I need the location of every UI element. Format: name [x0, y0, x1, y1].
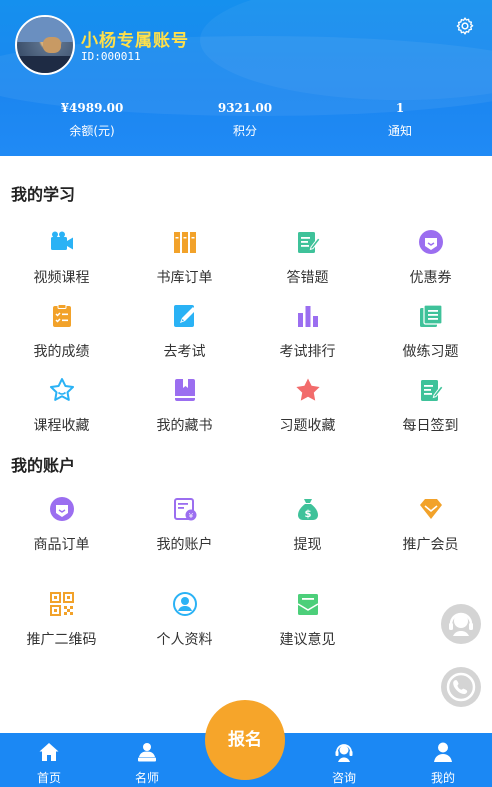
menu-item-withdraw[interactable]: $ 提现: [246, 496, 369, 554]
notice-value: 1: [395, 101, 405, 115]
edit-document-icon: [297, 232, 321, 253]
star-filled-icon: [295, 378, 320, 401]
tab-mine[interactable]: 我的: [394, 733, 492, 787]
order-icon: [49, 497, 74, 521]
menu-item-label: 考试排行: [279, 344, 336, 360]
signup-button[interactable]: 报名: [205, 700, 285, 780]
star-outline-icon: [49, 378, 74, 401]
menu-item-label: 推广会员: [402, 537, 459, 553]
sign-in-icon: [420, 380, 444, 401]
menu-item-book-orders[interactable]: 书库订单: [123, 229, 246, 287]
notice-label: 通知: [387, 124, 412, 138]
user-circle-icon: [172, 592, 197, 616]
profile-header: 小杨专属账号 ID:000011 ¥4989.00 余额(元) 9321.00 …: [0, 0, 492, 156]
bar-chart-icon: [297, 306, 318, 327]
user-id: ID:000011: [81, 50, 141, 63]
menu-item-label: 去考试: [163, 344, 206, 360]
balance-value: ¥4989.00: [60, 101, 124, 115]
section-title-study: 我的学习: [11, 185, 76, 204]
menu-item-label: 课程收藏: [33, 418, 90, 434]
menu-item-label: 商品订单: [33, 537, 90, 553]
balance-label: 余额(元): [69, 124, 115, 138]
phone-button[interactable]: [441, 667, 481, 707]
clipboard-icon: [52, 304, 71, 327]
section-title-account: 我的账户: [11, 456, 76, 475]
tab-label: 首页: [36, 771, 61, 785]
notebook-icon: [419, 304, 443, 327]
menu-item-product-orders[interactable]: 商品订单: [0, 496, 123, 554]
menu-item-label: 我的账户: [156, 537, 213, 553]
menu-item-video-course[interactable]: 视频课程: [0, 229, 123, 287]
avatar[interactable]: [15, 15, 75, 75]
bookmark-book-icon: [174, 379, 195, 401]
menu-item-label: 优惠券: [409, 270, 452, 286]
video-camera-icon: [50, 231, 73, 250]
pencil-icon: [173, 305, 196, 327]
menu-item-daily-checkin[interactable]: 每日签到: [369, 377, 492, 435]
svg-text:$: $: [304, 509, 311, 520]
signup-button-label: 报名: [228, 729, 262, 750]
menu-item-my-scores[interactable]: 我的成绩: [0, 303, 123, 361]
gear-icon[interactable]: [455, 16, 475, 36]
menu-item-exam-ranking[interactable]: 考试排行: [246, 303, 369, 361]
headset-icon: [449, 612, 473, 636]
points-stat[interactable]: 9321.00 积分: [185, 101, 305, 139]
diamond-icon: [419, 499, 442, 519]
menu-item-feedback[interactable]: 建议意见: [246, 591, 369, 649]
tab-label: 咨询: [331, 771, 356, 785]
tab-label: 名师: [134, 771, 159, 785]
menu-item-exercise-favorites[interactable]: 习题收藏: [246, 377, 369, 435]
coupon-icon: [418, 230, 443, 254]
notice-stat[interactable]: 1 通知: [340, 101, 460, 139]
tab-home[interactable]: 首页: [0, 733, 98, 787]
menu-item-label: 每日签到: [402, 418, 459, 434]
menu-item-promote-member[interactable]: 推广会员: [369, 496, 492, 554]
balance-stat[interactable]: ¥4989.00 余额(元): [32, 101, 152, 139]
menu-item-label: 做练习题: [402, 344, 459, 360]
customer-service-button[interactable]: [441, 604, 481, 644]
menu-item-wrong-answers[interactable]: 答错题: [246, 229, 369, 287]
wallet-icon: ¥: [173, 498, 196, 521]
tab-label: 我的: [430, 771, 455, 785]
menu-item-label: 书库订单: [156, 270, 213, 286]
menu-item-coupons[interactable]: 优惠券: [369, 229, 492, 287]
menu-item-label: 个人资料: [156, 632, 213, 648]
tab-consult[interactable]: 咨询: [295, 733, 393, 787]
teacher-icon: [138, 743, 156, 762]
svg-text:¥: ¥: [188, 512, 193, 520]
menu-item-take-exam[interactable]: 去考试: [123, 303, 246, 361]
menu-item-profile[interactable]: 个人资料: [123, 591, 246, 649]
menu-item-label: 我的藏书: [156, 418, 213, 434]
headset-icon: [335, 744, 353, 762]
money-bag-icon: $: [297, 499, 318, 520]
menu-item-label: 推广二维码: [26, 632, 97, 648]
points-label: 积分: [232, 124, 257, 138]
menu-item-my-account[interactable]: ¥ 我的账户: [123, 496, 246, 554]
username: 小杨专属账号: [81, 31, 189, 51]
menu-item-label: 视频课程: [33, 270, 90, 286]
qr-code-icon: [49, 592, 74, 616]
menu-item-label: 我的成绩: [33, 344, 90, 360]
books-icon: [173, 232, 196, 253]
tab-teachers[interactable]: 名师: [98, 733, 196, 787]
menu-item-label: 建议意见: [279, 632, 336, 648]
home-icon: [39, 743, 59, 761]
user-icon: [434, 742, 452, 762]
menu-item-my-books[interactable]: 我的藏书: [123, 377, 246, 435]
menu-item-course-favorites[interactable]: 课程收藏: [0, 377, 123, 435]
menu-item-label: 习题收藏: [279, 418, 336, 434]
points-value: 9321.00: [217, 101, 273, 115]
menu-item-label: 答错题: [286, 270, 329, 286]
feedback-icon: [297, 594, 318, 615]
phone-icon: [446, 672, 476, 702]
menu-item-label: 提现: [293, 537, 322, 553]
menu-item-promo-qr[interactable]: 推广二维码: [0, 591, 123, 649]
menu-item-practice[interactable]: 做练习题: [369, 303, 492, 361]
